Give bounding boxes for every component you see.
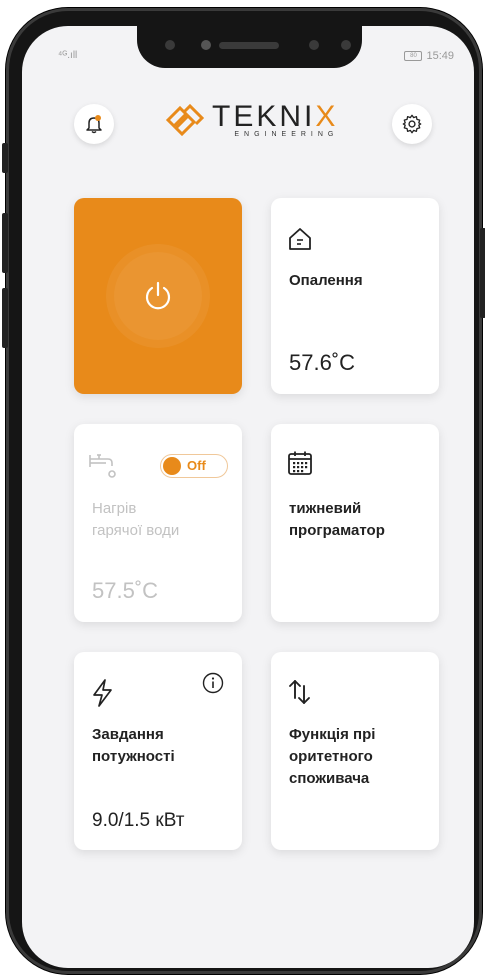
power-side-button bbox=[480, 228, 485, 318]
notifications-button[interactable] bbox=[74, 104, 114, 144]
gear-icon bbox=[402, 114, 422, 134]
sensor-dot bbox=[165, 40, 175, 50]
brand-name: TEKNIX bbox=[212, 100, 339, 133]
sensor-dot bbox=[201, 40, 211, 50]
signal-indicator: ⁴ᴳ.ıll bbox=[58, 50, 78, 61]
brand-wordmark: TEKNIX ENGINEERING bbox=[212, 100, 339, 139]
brand-logo: TEKNIX ENGINEERING bbox=[162, 102, 338, 138]
volume-up-button bbox=[2, 213, 8, 273]
heating-card[interactable]: Опалення 57.6˚C bbox=[271, 198, 439, 394]
weekly-programmer-title: тижневий програматор bbox=[289, 500, 385, 539]
teknix-mark-icon bbox=[165, 104, 205, 136]
phone-frame: ⁴ᴳ.ıll 80 15:49 TEKNIX ENGINEERING Опале… bbox=[2, 8, 485, 974]
arrows-up-down-icon bbox=[289, 680, 310, 704]
info-icon[interactable] bbox=[202, 672, 224, 694]
water-tap-icon bbox=[89, 454, 116, 478]
notch bbox=[137, 26, 362, 68]
power-toggle-card[interactable] bbox=[74, 198, 242, 394]
sensor-dot bbox=[309, 40, 319, 50]
heating-title: Опалення bbox=[289, 272, 363, 289]
lightning-icon bbox=[93, 679, 112, 707]
mute-switch bbox=[2, 143, 8, 173]
bell-icon bbox=[86, 115, 102, 134]
battery-icon: 80 bbox=[404, 51, 423, 61]
toggle-state-label: Off bbox=[187, 458, 206, 473]
power-setting-title: Завдання потужності bbox=[92, 726, 175, 765]
calendar-icon bbox=[288, 451, 312, 475]
settings-button[interactable] bbox=[392, 104, 432, 144]
clock: 15:49 bbox=[426, 50, 454, 62]
hot-water-title: Нагрів гарячої води bbox=[92, 500, 180, 539]
app-screen: ⁴ᴳ.ıll 80 15:49 TEKNIX ENGINEERING Опале… bbox=[22, 26, 474, 968]
hot-water-card[interactable]: Off Нагрів гарячої води 57.5˚C bbox=[74, 424, 242, 622]
heating-temperature: 57.6˚C bbox=[289, 350, 356, 375]
speaker-grille bbox=[219, 42, 279, 49]
power-setting-value: 9.0/1.5 кВт bbox=[92, 810, 185, 831]
hot-water-temperature: 57.5˚C bbox=[92, 578, 159, 603]
toggle-knob bbox=[163, 457, 181, 475]
power-setting-card[interactable]: Завдання потужності 9.0/1.5 кВт bbox=[74, 652, 242, 850]
priority-consumer-title: Функція прі оритетного споживача bbox=[289, 726, 376, 787]
priority-consumer-card[interactable]: Функція прі оритетного споживача bbox=[271, 652, 439, 850]
status-right: 80 15:49 bbox=[404, 50, 454, 62]
hot-water-toggle[interactable]: Off bbox=[160, 454, 228, 478]
power-icon bbox=[145, 281, 171, 310]
home-thermostat-icon bbox=[289, 228, 311, 250]
volume-down-button bbox=[2, 288, 8, 348]
camera-lens bbox=[341, 40, 351, 50]
weekly-programmer-card[interactable]: тижневий програматор bbox=[271, 424, 439, 622]
